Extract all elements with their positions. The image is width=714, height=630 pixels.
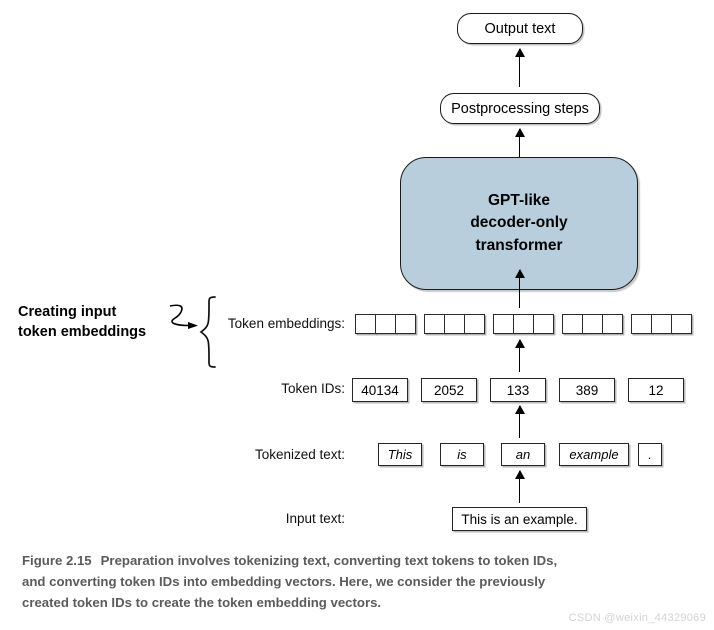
output-text-label: Output text xyxy=(484,20,556,37)
arrow-transformer-to-postprocessing xyxy=(515,128,526,159)
token-text-box: an xyxy=(501,443,545,466)
embedding-cell xyxy=(394,314,416,334)
figure-caption: Figure 2.15 Preparation involves tokenizi… xyxy=(22,551,582,614)
arrow-tokenids-to-embeddings xyxy=(515,339,526,372)
postprocessing-label: Postprocessing steps xyxy=(451,100,589,117)
embedding-cell xyxy=(355,314,376,334)
token-text-box: . xyxy=(638,443,662,466)
arrow-embeddings-to-transformer xyxy=(515,269,526,308)
token-id-box: 2052 xyxy=(421,378,477,402)
curly-brace-icon xyxy=(199,296,216,368)
token-id-box: 389 xyxy=(559,378,615,402)
embedding-cell xyxy=(374,314,396,334)
label-input-text: Input text: xyxy=(285,511,345,526)
label-token-ids: Token IDs: xyxy=(281,381,345,396)
figure-number: Figure 2.15 xyxy=(22,553,92,568)
arrow-postprocessing-to-output xyxy=(515,48,526,87)
annotation-line-1: Creating input xyxy=(18,304,117,320)
embedding-cell xyxy=(650,314,672,334)
embedding-cell xyxy=(670,314,692,334)
token-text-box: is xyxy=(440,443,484,466)
output-text-box: Output text xyxy=(457,13,583,44)
arrow-tokenized-to-tokenids xyxy=(515,405,526,438)
embedding-cell xyxy=(631,314,652,334)
embedding-cell xyxy=(463,314,485,334)
embedding-cell xyxy=(443,314,465,334)
token-id-box: 40134 xyxy=(352,378,408,402)
embedding-cell xyxy=(532,314,554,334)
label-token-embeddings: Token embeddings: xyxy=(227,316,345,331)
token-text-box: This xyxy=(378,443,422,466)
embedding-group xyxy=(424,314,485,334)
postprocessing-box: Postprocessing steps xyxy=(440,93,600,124)
transformer-line-3: transformer xyxy=(475,236,563,254)
embedding-cell xyxy=(512,314,534,334)
token-id-box: 133 xyxy=(490,378,546,402)
embedding-group xyxy=(631,314,692,334)
caption-text: Preparation involves tokenizing text, co… xyxy=(22,553,558,610)
embedding-cell xyxy=(493,314,514,334)
embedding-cell xyxy=(581,314,603,334)
annotation-line-2: token embeddings xyxy=(18,323,147,340)
input-text-box: This is an example. xyxy=(452,507,587,531)
token-id-box: 12 xyxy=(628,378,684,402)
embedding-group xyxy=(562,314,623,334)
transformer-line-1: GPT-like xyxy=(487,191,550,209)
figure-diagram: Output text Postprocessing steps GPT-lik… xyxy=(0,0,714,630)
label-tokenized-text: Tokenized text: xyxy=(254,447,345,462)
arrow-input-to-tokenized xyxy=(515,470,526,503)
embedding-cell xyxy=(562,314,583,334)
watermark: CSDN @weixin_44329069 xyxy=(568,612,706,624)
embedding-cell xyxy=(601,314,623,334)
embedding-group xyxy=(493,314,554,334)
embedding-cell xyxy=(424,314,445,334)
embedding-group xyxy=(355,314,416,334)
token-text-box: example xyxy=(559,443,629,466)
transformer-line-2: decoder-only xyxy=(470,214,568,232)
